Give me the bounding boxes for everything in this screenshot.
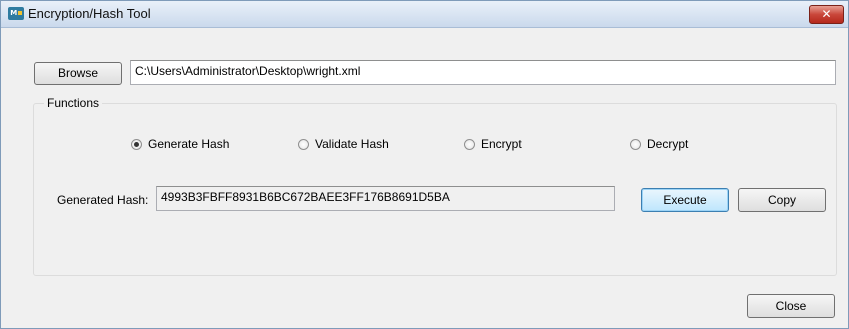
radio-button-icon (131, 138, 142, 150)
app-logo-icon: M (8, 7, 24, 20)
radio-label: Validate Hash (315, 137, 389, 151)
title-bar[interactable]: M Encryption/Hash Tool ✕ (1, 1, 848, 28)
tool-window: M Encryption/Hash Tool ✕ Browse C:\Users… (0, 0, 849, 329)
radio-label: Generate Hash (148, 137, 230, 151)
close-icon: ✕ (821, 7, 832, 21)
radio-validate-hash[interactable]: Validate Hash (298, 137, 389, 151)
radio-decrypt[interactable]: Decrypt (630, 137, 688, 151)
radio-button-icon (464, 138, 475, 150)
window-title: Encryption/Hash Tool (28, 6, 151, 21)
radio-button-icon (630, 138, 641, 150)
execute-button[interactable]: Execute (641, 188, 729, 212)
file-path-field[interactable]: C:\Users\Administrator\Desktop\wright.xm… (130, 60, 836, 85)
functions-group-label: Functions (44, 96, 103, 110)
radio-label: Decrypt (647, 137, 689, 151)
browse-button[interactable]: Browse (34, 62, 122, 85)
generated-hash-label: Generated Hash: (57, 193, 149, 207)
close-button[interactable]: Close (747, 294, 835, 318)
radio-generate-hash[interactable]: Generate Hash (131, 137, 229, 151)
copy-button[interactable]: Copy (738, 188, 826, 212)
radio-encrypt[interactable]: Encrypt (464, 137, 522, 151)
generated-hash-field[interactable]: 4993B3FBFF8931B6BC672BAEE3FF176B8691D5BA (156, 186, 615, 211)
window-close-button[interactable]: ✕ (809, 5, 844, 24)
radio-button-icon (298, 138, 309, 150)
radio-label: Encrypt (481, 137, 522, 151)
